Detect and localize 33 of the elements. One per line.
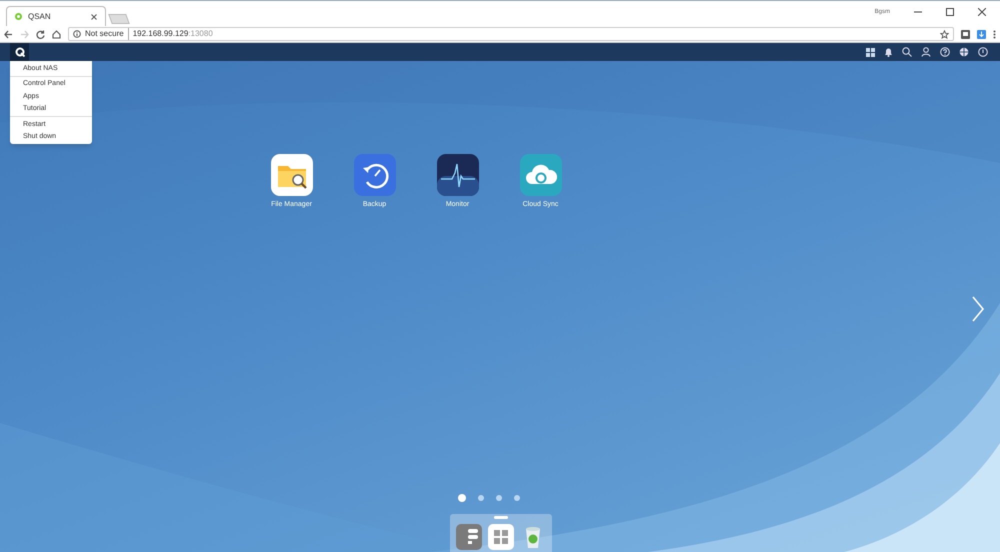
backup-app-icon[interactable] (354, 154, 396, 196)
files-app-icon[interactable] (270, 154, 312, 196)
search-icon[interactable] (902, 47, 912, 57)
star-icon[interactable] (940, 30, 949, 38)
extension-icon[interactable] (961, 30, 970, 38)
help-icon[interactable] (940, 47, 950, 57)
download-icon[interactable] (977, 30, 986, 38)
apps-grid-icon[interactable] (488, 524, 514, 550)
logo-button[interactable] (10, 43, 29, 61)
browser-tab[interactable]: QSAN (6, 6, 106, 26)
monitor-app-icon[interactable] (436, 154, 478, 196)
logo-icon (14, 47, 24, 57)
close-icon[interactable] (91, 14, 97, 20)
user-icon[interactable] (921, 47, 931, 57)
bell-icon[interactable] (884, 47, 893, 57)
storage-icon[interactable] (456, 524, 482, 550)
security-label: Not secure (85, 28, 129, 40)
reload-icon[interactable] (36, 30, 45, 38)
next-page-icon[interactable] (971, 296, 985, 322)
dock-handle[interactable] (494, 516, 508, 519)
url-text: 192.168.99.129:13080 (132, 28, 214, 40)
globe-icon[interactable] (959, 47, 969, 57)
back-icon[interactable] (4, 30, 13, 38)
home-icon[interactable] (52, 30, 61, 38)
grid-icon[interactable] (866, 48, 875, 56)
maximize-icon[interactable] (946, 8, 954, 16)
more-icon[interactable] (993, 30, 996, 38)
close-icon[interactable] (978, 8, 986, 16)
cloud-app-icon[interactable] (520, 154, 562, 196)
address-bar[interactable]: Not secure 192.168.99.129:13080 (68, 27, 954, 41)
info-icon (73, 30, 81, 38)
favicon-icon (15, 13, 22, 20)
tab-title: QSAN (28, 10, 52, 22)
